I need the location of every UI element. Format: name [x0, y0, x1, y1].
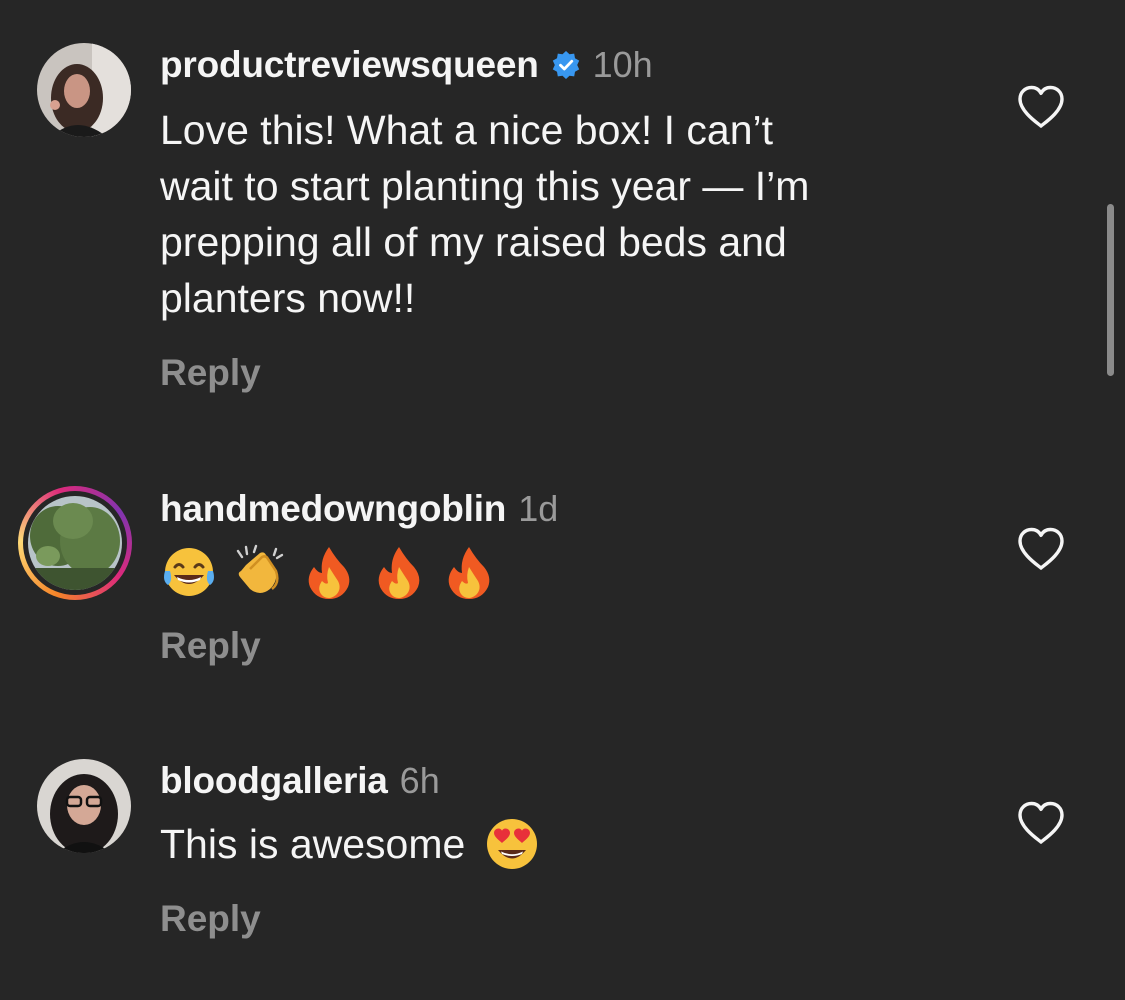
- comment-text: Love this! What a nice box! I can’t wait…: [160, 107, 810, 321]
- comment-header: productreviewsqueen 10h: [160, 42, 653, 88]
- username[interactable]: bloodgalleria: [160, 760, 388, 802]
- story-ring[interactable]: [18, 486, 132, 600]
- comment-emoji-text: [160, 543, 498, 601]
- reply-button[interactable]: Reply: [160, 625, 261, 667]
- comment-time: 10h: [592, 44, 653, 85]
- clapping-hands-icon: [236, 544, 284, 593]
- heart-outline-icon[interactable]: [1016, 800, 1066, 846]
- avatar: [28, 496, 122, 590]
- avatar-tree-photo-icon: [28, 496, 122, 590]
- heart-outline-icon[interactable]: [1016, 84, 1066, 130]
- tears-of-joy-icon: [164, 548, 214, 596]
- reply-button[interactable]: Reply: [160, 898, 261, 940]
- comment-header: bloodgalleria 6h: [160, 758, 440, 804]
- avatar-photo-icon: [37, 759, 131, 853]
- fire-icon: [308, 547, 350, 599]
- comment-header: handmedowngoblin 1d: [160, 486, 558, 532]
- avatar[interactable]: [37, 759, 131, 853]
- comment-time: 6h: [399, 760, 440, 801]
- reply-button[interactable]: Reply: [160, 352, 261, 394]
- comment-text: This is awesome: [160, 821, 466, 867]
- heart-outline-icon[interactable]: [1016, 526, 1066, 572]
- verified-badge-icon: [552, 51, 579, 79]
- comment-time: 1d: [518, 488, 559, 529]
- avatar[interactable]: [37, 43, 131, 137]
- username[interactable]: productreviewsqueen: [160, 44, 539, 86]
- scrollbar[interactable]: [1107, 204, 1114, 376]
- fire-icon: [448, 547, 490, 599]
- comment-text-row: This is awesome: [160, 815, 541, 873]
- comments-screen: productreviewsqueen 10h Love this! What …: [0, 0, 1125, 1000]
- heart-eyes-icon: [487, 819, 538, 869]
- fire-icon: [378, 547, 420, 599]
- username[interactable]: handmedowngoblin: [160, 488, 506, 530]
- avatar-photo-icon: [37, 43, 131, 137]
